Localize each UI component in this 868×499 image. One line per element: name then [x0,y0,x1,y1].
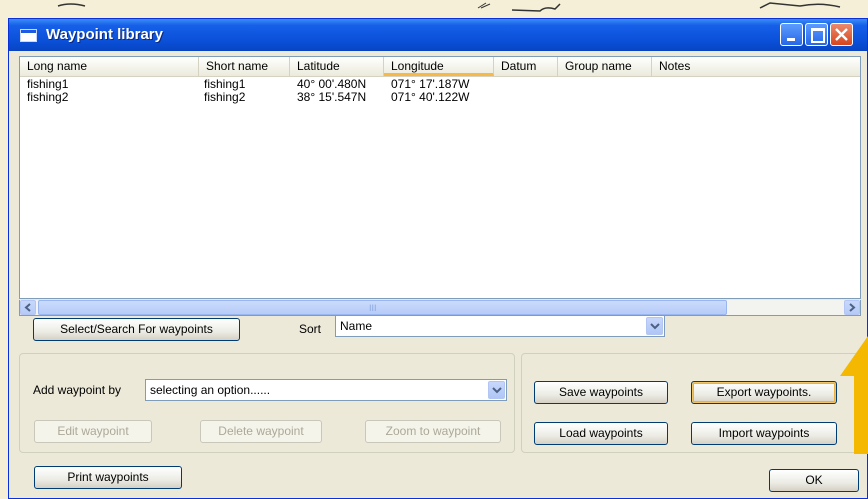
add-waypoint-label: Add waypoint by [33,383,122,397]
table-row[interactable]: fishing2 fishing2 38° 15'.547N 071° 40'.… [20,91,860,104]
export-waypoints-button[interactable]: Export waypoints. [691,381,837,404]
scrollbar-thumb[interactable]: III [38,300,727,315]
close-icon[interactable] [830,23,853,46]
cell-latitude: 38° 15'.547N [297,90,367,104]
waypoint-library-dialog: Waypoint library Long name Short name La… [8,18,868,499]
sort-select[interactable]: Name [335,315,665,337]
scroll-right-icon[interactable] [844,300,860,315]
delete-waypoint-button[interactable]: Delete waypoint [200,420,322,443]
add-waypoint-value: selecting an option...... [150,383,271,397]
horizontal-scrollbar[interactable]: III [19,300,861,316]
import-waypoints-button[interactable]: Import waypoints [691,422,837,445]
edit-waypoint-button[interactable]: Edit waypoint [34,420,152,443]
add-waypoint-select[interactable]: selecting an option...... [145,379,507,401]
column-header-datum[interactable]: Datum [494,57,558,76]
sort-value: Name [340,319,373,333]
column-header-latitude[interactable]: Latitude [290,57,384,76]
title-bar[interactable]: Waypoint library [9,19,867,51]
cell-longitude: 071° 40'.122W [391,90,470,104]
chevron-down-icon[interactable] [646,317,663,335]
background-map-fragment [57,2,841,12]
sort-label: Sort [299,322,322,336]
print-waypoints-button[interactable]: Print waypoints [34,466,182,489]
scroll-left-icon[interactable] [20,300,36,315]
column-header-short-name[interactable]: Short name [199,57,290,76]
chevron-down-icon[interactable] [488,381,505,399]
window-icon [20,29,37,42]
load-waypoints-button[interactable]: Load waypoints [534,422,668,445]
scrollbar-grip: III [369,303,377,313]
list-header: Long name Short name Latitude Longitude … [20,57,860,77]
column-header-long-name[interactable]: Long name [20,57,199,76]
select-search-waypoints-button[interactable]: Select/Search For waypoints [33,318,240,341]
cell-short-name: fishing2 [204,90,246,104]
maximize-icon[interactable] [805,23,828,46]
zoom-to-waypoint-button[interactable]: Zoom to waypoint [365,420,501,443]
cell-long-name: fishing2 [27,90,69,104]
save-waypoints-button[interactable]: Save waypoints [534,381,668,404]
waypoint-list[interactable]: Long name Short name Latitude Longitude … [19,56,861,299]
column-header-longitude[interactable]: Longitude [384,57,494,76]
highlight-arrow-icon [840,336,868,454]
column-header-group-name[interactable]: Group name [558,57,652,76]
ok-button[interactable]: OK [769,469,859,492]
minimize-icon[interactable] [780,23,803,46]
window-title: Waypoint library [46,26,163,43]
column-header-notes[interactable]: Notes [652,57,860,76]
